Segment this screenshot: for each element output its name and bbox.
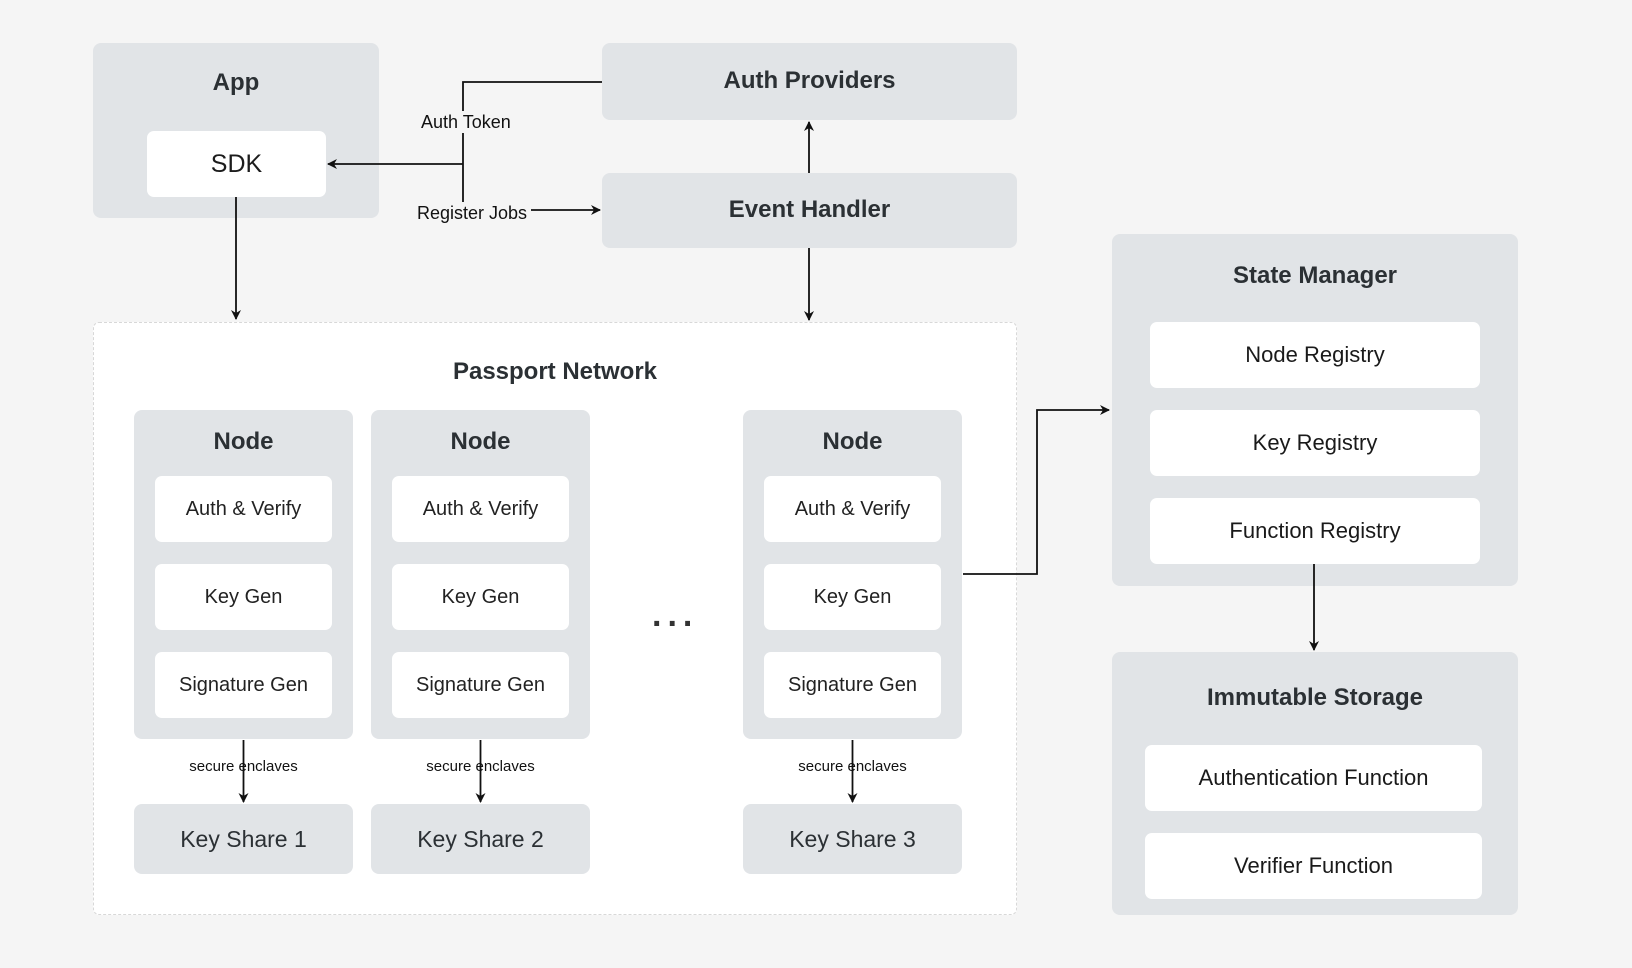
signature-gen-label: Signature Gen (788, 673, 917, 696)
auth-verify-box[interactable]: Auth & Verify (392, 476, 569, 542)
auth-verify-box[interactable]: Auth & Verify (764, 476, 941, 542)
secure-enclaves-label: secure enclaves (422, 758, 539, 776)
authentication-function-label: Authentication Function (1198, 765, 1429, 790)
verifier-function-box[interactable]: Verifier Function (1145, 833, 1482, 899)
sdk-label: SDK (210, 149, 263, 178)
key-share-box[interactable]: Key Share 2 (371, 804, 590, 874)
secure-enclaves-label: secure enclaves (794, 758, 911, 776)
node-registry-label: Node Registry (1245, 342, 1385, 367)
key-share-label: Key Share 1 (180, 825, 307, 852)
more-nodes-ellipsis: ... (652, 596, 699, 634)
key-registry-label: Key Registry (1252, 430, 1378, 455)
authentication-function-box[interactable]: Authentication Function (1145, 745, 1482, 811)
event-handler-title: Event Handler (728, 196, 891, 223)
sdk-box[interactable]: SDK (147, 131, 326, 197)
app-container: App SDK (93, 43, 379, 218)
key-gen-label: Key Gen (204, 585, 283, 608)
function-registry-box[interactable]: Function Registry (1150, 498, 1480, 564)
signature-gen-box[interactable]: Signature Gen (392, 652, 569, 718)
auth-providers-box[interactable]: Auth Providers (602, 43, 1017, 120)
verifier-function-label: Verifier Function (1234, 853, 1393, 878)
immutable-storage-container: Immutable Storage Authentication Functio… (1112, 652, 1518, 915)
auth-providers-title: Auth Providers (723, 67, 896, 94)
key-gen-box[interactable]: Key Gen (155, 564, 332, 630)
key-gen-box[interactable]: Key Gen (764, 564, 941, 630)
auth-verify-label: Auth & Verify (794, 497, 911, 520)
node-title: Node (450, 428, 511, 455)
auth-token-line (462, 81, 602, 202)
signature-gen-label: Signature Gen (416, 673, 545, 696)
key-gen-box[interactable]: Key Gen (392, 564, 569, 630)
app-title: App (212, 69, 260, 96)
register-jobs-label: Register Jobs (415, 202, 530, 224)
immutable-storage-title: Immutable Storage (1206, 684, 1424, 711)
key-gen-label: Key Gen (441, 585, 520, 608)
passport-network-title: Passport Network (452, 358, 658, 385)
signature-gen-box[interactable]: Signature Gen (764, 652, 941, 718)
node-container: Node Auth & Verify Key Gen Signature Gen (743, 410, 962, 739)
event-handler-box[interactable]: Event Handler (602, 173, 1017, 248)
key-share-label: Key Share 2 (417, 825, 544, 852)
key-share-box[interactable]: Key Share 1 (134, 804, 353, 874)
key-share-box[interactable]: Key Share 3 (743, 804, 962, 874)
auth-verify-label: Auth & Verify (422, 497, 539, 520)
state-manager-title: State Manager (1232, 262, 1398, 289)
signature-gen-box[interactable]: Signature Gen (155, 652, 332, 718)
key-share-label: Key Share 3 (789, 825, 916, 852)
auth-verify-box[interactable]: Auth & Verify (155, 476, 332, 542)
auth-token-label: Auth Token (419, 111, 513, 133)
node-container: Node Auth & Verify Key Gen Signature Gen (371, 410, 590, 739)
key-gen-label: Key Gen (813, 585, 892, 608)
secure-enclaves-label: secure enclaves (185, 758, 302, 776)
node-registry-box[interactable]: Node Registry (1150, 322, 1480, 388)
state-manager-container: State Manager Node Registry Key Registry… (1112, 234, 1518, 586)
node-container: Node Auth & Verify Key Gen Signature Gen (134, 410, 353, 739)
node-title: Node (213, 428, 274, 455)
auth-verify-label: Auth & Verify (185, 497, 302, 520)
signature-gen-label: Signature Gen (179, 673, 308, 696)
function-registry-label: Function Registry (1229, 518, 1401, 543)
node-title: Node (822, 428, 883, 455)
key-registry-box[interactable]: Key Registry (1150, 410, 1480, 476)
